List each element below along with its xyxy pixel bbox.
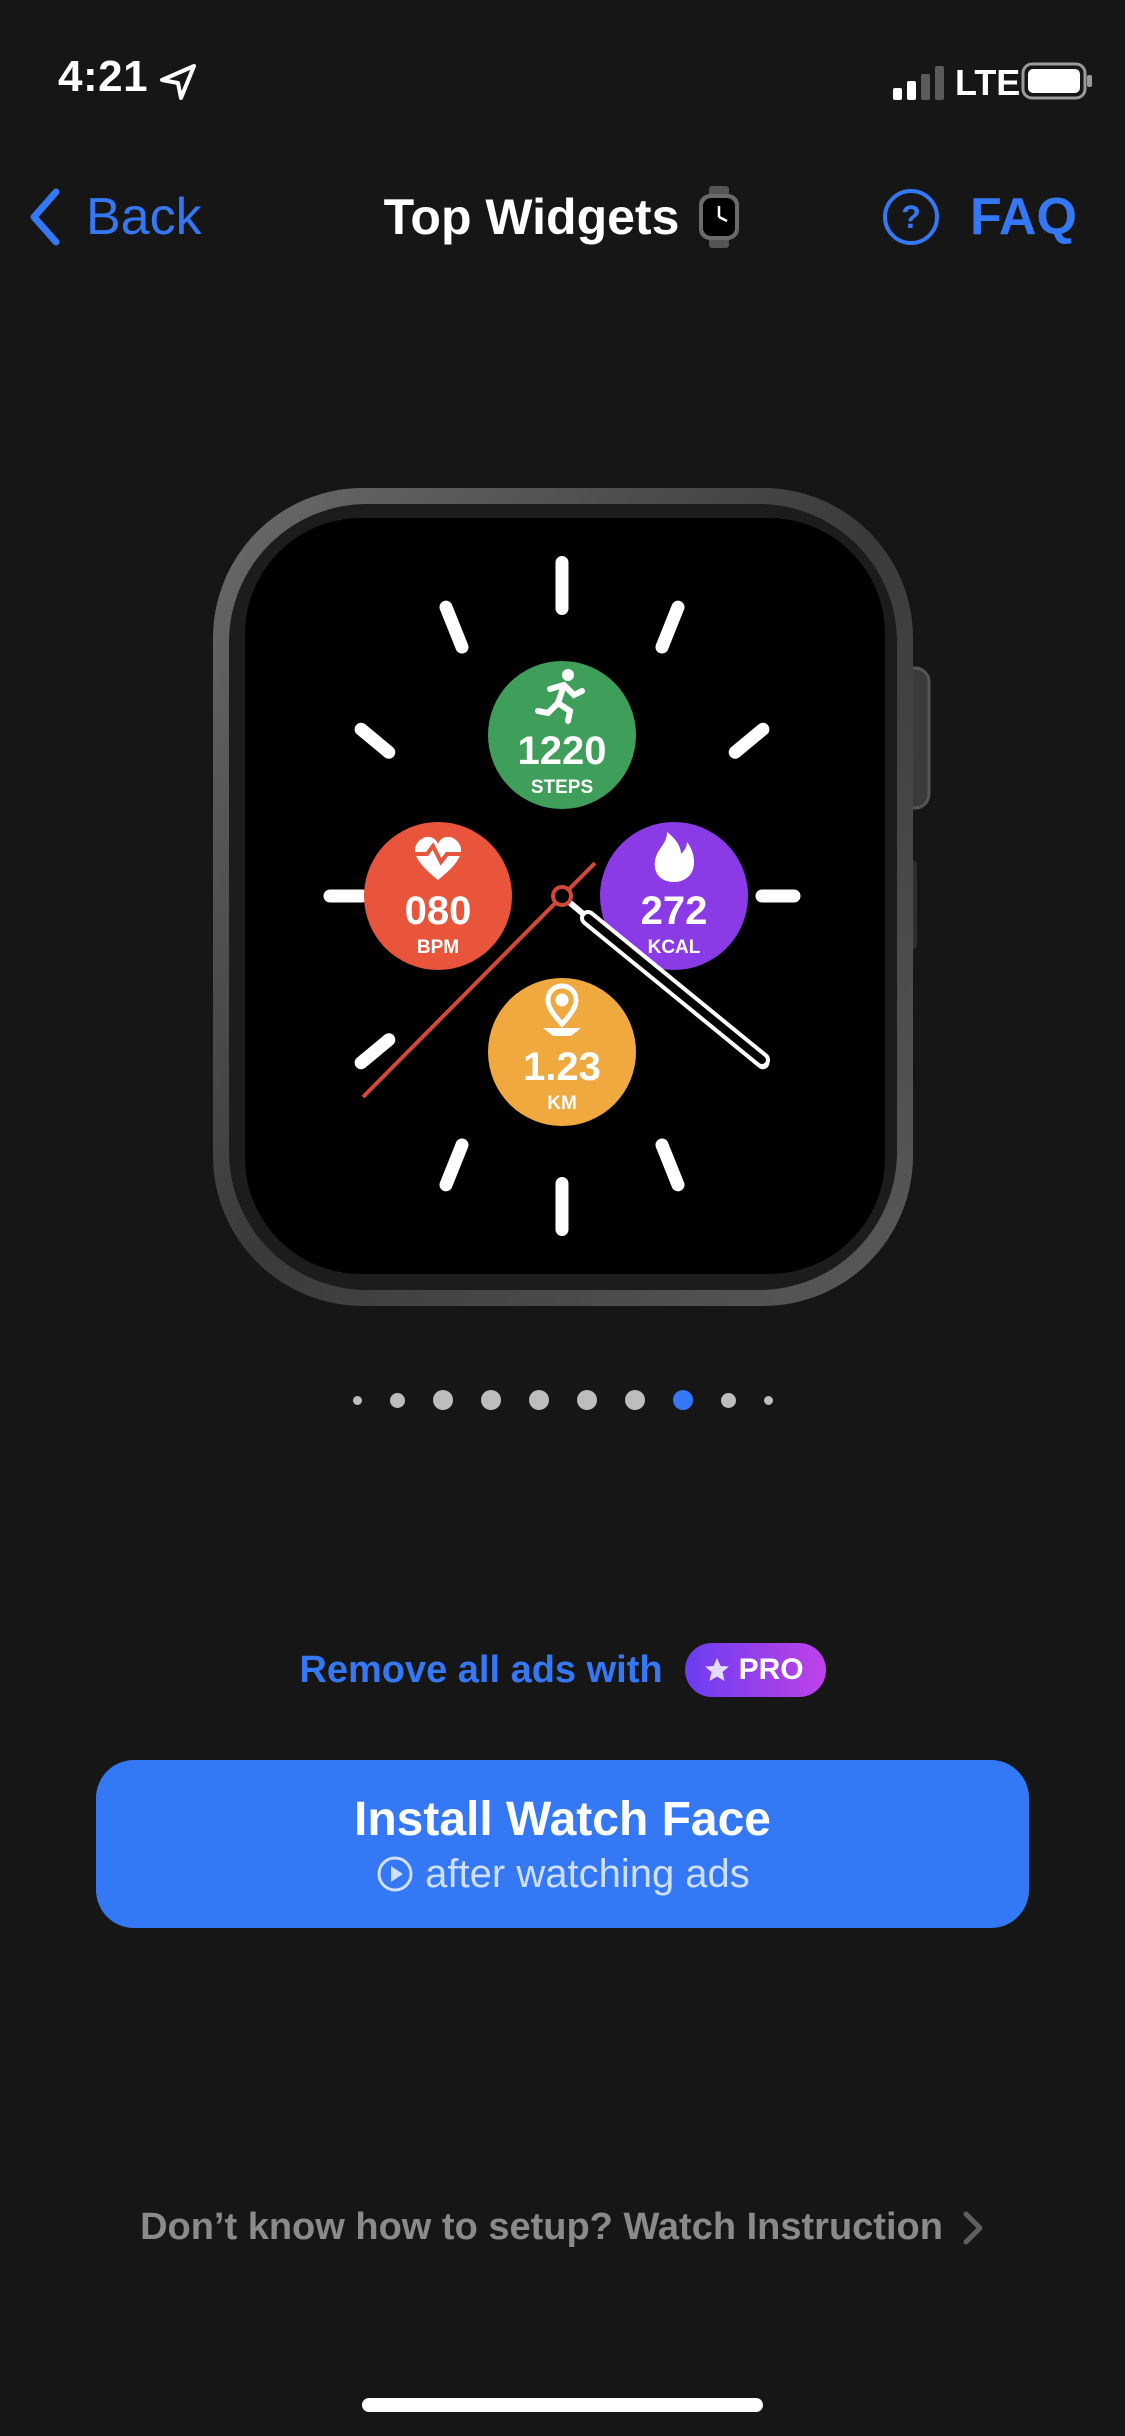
help-text: Don’t know how to setup? Watch Instructi…	[140, 2206, 943, 2248]
km-unit: KM	[547, 1093, 577, 1114]
status-time: 4:21	[58, 52, 149, 101]
pro-label: PRO	[738, 1653, 804, 1686]
install-subtitle-row: after watching ads	[375, 1852, 750, 1897]
page-dot[interactable]	[432, 1390, 453, 1410]
cellular-signal-icon	[893, 66, 944, 100]
svg-text:?: ?	[901, 199, 921, 235]
watch-face-preview[interactable]: 1220 STEPS 080 BPM 272 KCAL 1.23 KM	[205, 480, 965, 1320]
bpm-value: 080	[405, 889, 472, 933]
battery-icon	[1021, 62, 1092, 100]
page-dot[interactable]	[763, 1395, 773, 1405]
page-indicator[interactable]	[0, 1390, 1125, 1410]
watch-emoji-icon	[699, 186, 740, 248]
minute-tick	[918, 485, 965, 638]
page-title: Top Widgets	[383, 189, 680, 245]
location-arrow-icon	[160, 64, 196, 100]
pro-badge[interactable]: PRO	[684, 1643, 826, 1697]
minute-tick	[918, 1155, 965, 1308]
page-dot[interactable]	[624, 1390, 645, 1410]
minute-tick	[205, 1155, 206, 1308]
install-title: Install Watch Face	[354, 1792, 771, 1846]
install-subtitle: after watching ads	[425, 1851, 750, 1896]
page-dot[interactable]	[480, 1390, 501, 1410]
distance-complication: 1.23 KM	[488, 978, 636, 1126]
page-dot[interactable]	[389, 1392, 405, 1408]
page-dot[interactable]	[576, 1390, 597, 1410]
bpm-unit: BPM	[417, 937, 459, 958]
minute-tick	[943, 1116, 965, 1246]
steps-unit: STEPS	[531, 777, 593, 798]
km-value: 1.23	[523, 1045, 601, 1089]
faq-label: FAQ	[970, 188, 1077, 246]
star-icon	[704, 1658, 729, 1681]
promo-text: Remove all ads with	[299, 1648, 663, 1691]
minute-tick	[698, 1314, 778, 1320]
page-dot[interactable]	[672, 1390, 693, 1410]
question-circle-icon: ?	[883, 189, 939, 245]
network-type: LTE	[955, 62, 1021, 103]
kcal-unit: KCAL	[648, 937, 701, 958]
minute-tick	[205, 485, 206, 638]
heart-rate-complication: 080 BPM	[364, 822, 512, 970]
page-dot[interactable]	[528, 1390, 549, 1410]
play-circle-icon	[377, 1856, 413, 1892]
minute-tick	[964, 1075, 965, 1181]
steps-complication: 1220 STEPS	[488, 661, 636, 809]
remove-ads-promo[interactable]: Remove all ads with PRO	[0, 1643, 1125, 1697]
install-watch-face-button[interactable]: Install Watch Face after watching ads	[96, 1760, 1029, 1928]
steps-value: 1220	[518, 729, 607, 773]
faq-button[interactable]: ? FAQ	[882, 182, 1077, 252]
chevron-right-icon	[963, 2211, 983, 2244]
watch-instruction-link[interactable]: Don’t know how to setup? Watch Instructi…	[0, 2206, 1125, 2249]
minute-tick	[943, 546, 965, 676]
minute-tick	[346, 1314, 426, 1320]
page-dot[interactable]	[352, 1395, 362, 1405]
minute-tick	[964, 611, 965, 717]
page-dot[interactable]	[720, 1392, 736, 1408]
kcal-value: 272	[641, 889, 708, 933]
home-indicator[interactable]	[362, 2398, 763, 2412]
